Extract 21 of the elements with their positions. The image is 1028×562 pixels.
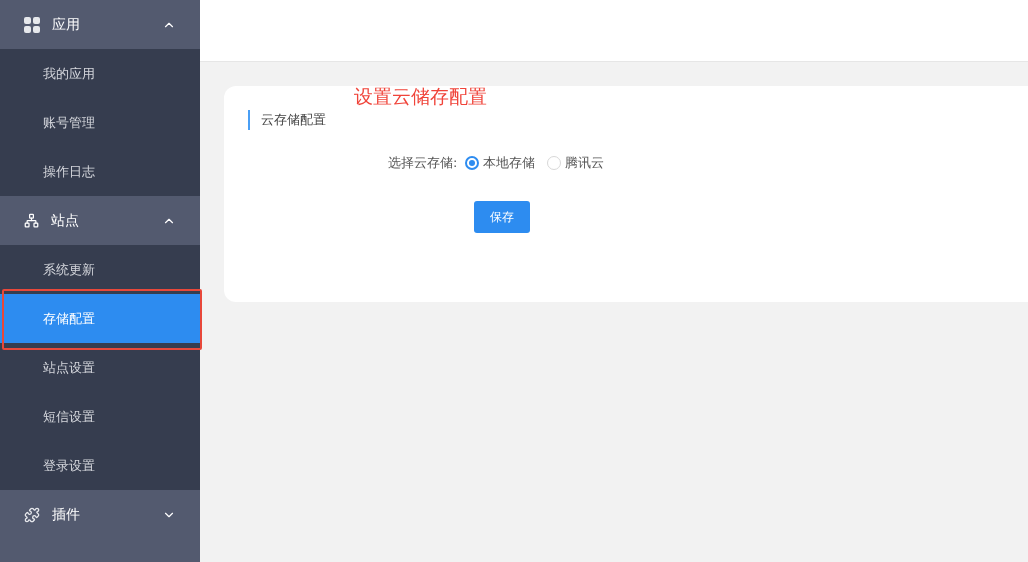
menu-item[interactable]: 系统更新 [0,245,200,294]
menu-group-label: 站点 [51,211,80,230]
menu-item[interactable]: 登录设置 [0,441,200,490]
menu-item[interactable]: 短信设置 [0,392,200,441]
field-label: 选择云存储: [388,154,458,172]
menu-group-header[interactable]: 应用 [0,0,200,49]
menu-item[interactable]: 账号管理 [0,98,200,147]
menu-group-header[interactable]: 站点 [0,196,200,245]
annotation-text: 设置云储存配置 [354,84,487,109]
menu-group-label: 插件 [52,505,81,524]
radio-option[interactable]: 本地存储 [465,154,536,172]
menu-group-label: 应用 [52,15,81,34]
puzzle-icon [24,506,40,523]
sitemap-icon [24,213,39,228]
menu-item[interactable]: 操作日志 [0,147,200,196]
radio-option[interactable]: 腾讯云 [547,154,605,172]
menu-group-header[interactable]: 插件 [0,490,200,539]
menu-item[interactable]: 我的应用 [0,49,200,98]
card-title: 云存储配置 [248,110,1028,130]
grid-icon [24,16,40,33]
menu-item[interactable]: 站点设置 [0,343,200,392]
